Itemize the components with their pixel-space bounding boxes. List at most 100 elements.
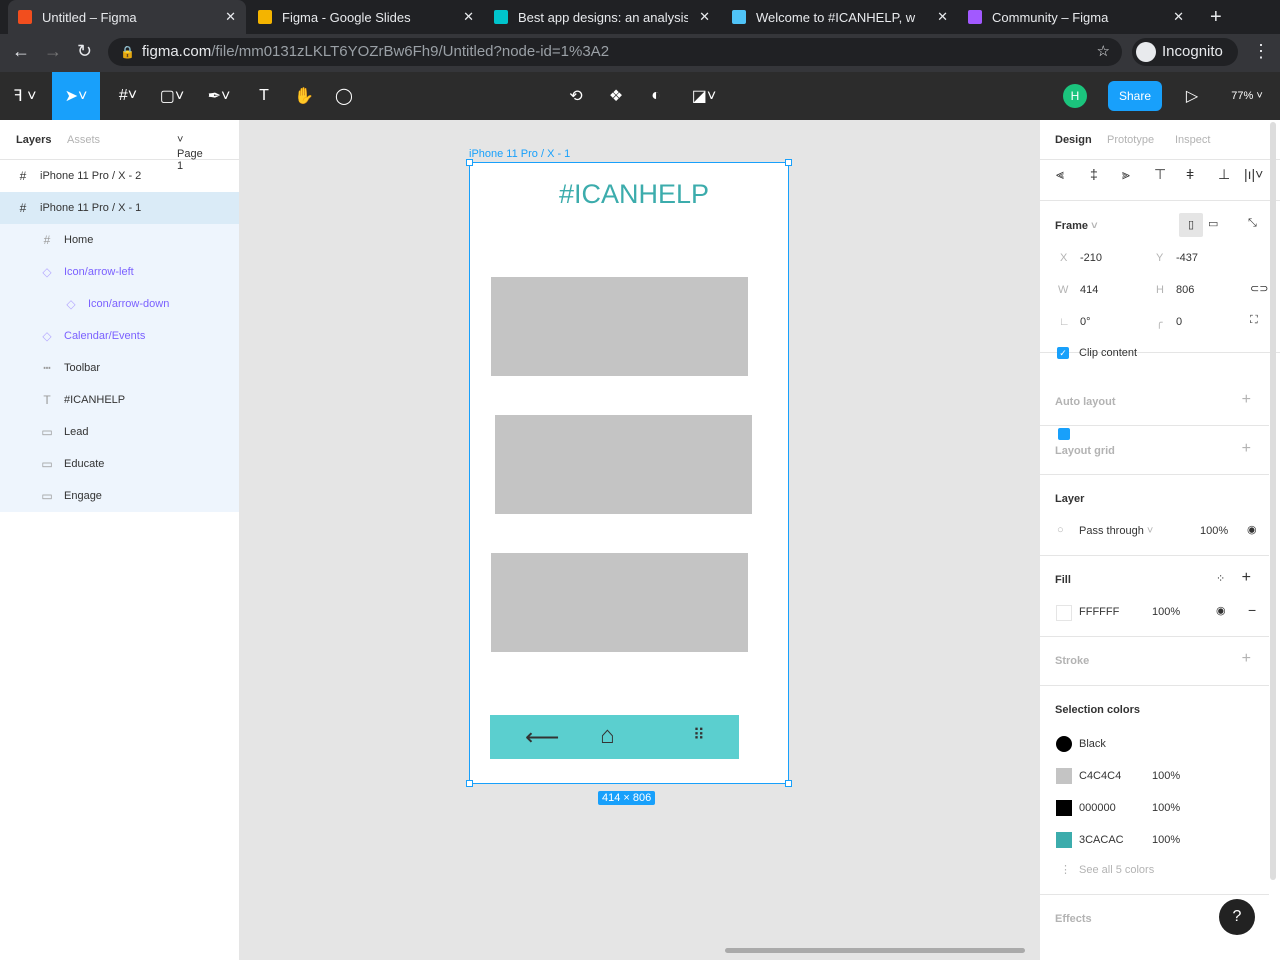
fill-hex-input[interactable]: FFFFFF <box>1079 606 1119 618</box>
new-tab-button[interactable]: + <box>1200 0 1232 34</box>
browser-tab[interactable]: Best app designs: an analysis ✕ <box>484 0 720 34</box>
close-tab-icon[interactable]: ✕ <box>463 9 474 25</box>
layer-item[interactable]: # iPhone 11 Pro / X - 1 <box>0 192 239 224</box>
w-input[interactable]: 414 <box>1080 284 1098 296</box>
align-right-icon[interactable]: ⫸ <box>1122 166 1130 183</box>
bottom-toolbar[interactable]: ⟵ ⌂ ⠿ <box>490 715 739 759</box>
frame-label[interactable]: iPhone 11 Pro / X - 1 <box>469 148 570 160</box>
reload-icon[interactable]: ↻ <box>77 41 92 62</box>
hand-tool-button[interactable]: ✋ <box>288 72 320 120</box>
browser-tab[interactable]: Untitled – Figma ✕ <box>8 0 246 34</box>
tab-prototype[interactable]: Prototype <box>1107 134 1154 146</box>
landscape-icon[interactable]: ▭ <box>1208 217 1218 230</box>
selection-color-row[interactable]: C4C4C4 100% <box>1040 767 1269 787</box>
right-panel-scrollbar[interactable] <box>1270 122 1276 880</box>
fill-eye-icon[interactable]: ◉ <box>1216 604 1226 617</box>
tab-layers[interactable]: Layers <box>16 134 51 146</box>
layer-item[interactable]: ▭ Educate <box>0 448 239 480</box>
clip-content-checkbox[interactable]: ✓ <box>1057 347 1069 359</box>
add-layout-grid-icon[interactable]: + <box>1242 440 1251 458</box>
resize-to-fit-icon[interactable]: ⤡ <box>1248 217 1257 230</box>
align-left-icon[interactable]: ⫷ <box>1056 166 1064 183</box>
layer-item[interactable]: ▭ Engage <box>0 480 239 512</box>
h-input[interactable]: 806 <box>1176 284 1194 296</box>
frame-dropdown[interactable]: Frame ˅ <box>1055 220 1098 232</box>
star-icon[interactable]: ☆ <box>1097 38 1110 66</box>
url-input[interactable]: 🔒 figma.com/file/mm0131zLKLT6YOZrBw6Fh9/U… <box>108 38 1122 66</box>
portrait-icon[interactable]: ▯ <box>1179 213 1203 237</box>
distribute-icon[interactable]: |ı|˅ <box>1244 166 1263 182</box>
browser-tab[interactable]: Community – Figma ✕ <box>958 0 1194 34</box>
selection-color-row[interactable]: 000000 100% <box>1040 799 1269 819</box>
y-input[interactable]: -437 <box>1176 252 1198 264</box>
eye-icon[interactable]: ◉ <box>1247 523 1257 536</box>
constrain-proportions-icon[interactable]: ⊂⊃ <box>1250 282 1268 295</box>
tab-assets[interactable]: Assets <box>67 134 100 146</box>
comment-tool-button[interactable]: ◯ <box>328 72 360 120</box>
layer-item[interactable]: # iPhone 11 Pro / X - 2 <box>0 160 239 192</box>
browser-tab[interactable]: Welcome to #ICANHELP, w ✕ <box>722 0 958 34</box>
color-swatch[interactable] <box>1056 736 1072 752</box>
create-component-icon[interactable]: ⟲ <box>560 72 592 120</box>
tab-design[interactable]: Design <box>1055 134 1092 146</box>
components-icon[interactable]: ❖ <box>600 72 632 120</box>
text-tool-button[interactable]: T <box>248 72 280 120</box>
tab-inspect[interactable]: Inspect <box>1175 134 1210 146</box>
main-menu-button[interactable]: ꟻ ˅ <box>6 72 44 120</box>
remove-fill-icon[interactable]: − <box>1248 602 1256 618</box>
color-swatch[interactable] <box>1056 800 1072 816</box>
align-middle-icon[interactable]: ǂ <box>1186 166 1194 182</box>
add-auto-layout-icon[interactable]: + <box>1242 391 1251 409</box>
present-icon[interactable]: ▷ <box>1178 72 1206 120</box>
align-bottom-icon[interactable]: ⊥ <box>1218 166 1230 183</box>
add-fill-icon[interactable]: + <box>1242 569 1251 587</box>
color-swatch[interactable] <box>1056 768 1072 784</box>
layer-item[interactable]: T #ICANHELP <box>0 384 239 416</box>
boolean-icon[interactable]: ◪˅ <box>684 72 724 120</box>
mask-icon[interactable]: ◐ <box>640 72 672 120</box>
move-tool-button[interactable]: ➤˅ <box>52 72 100 120</box>
resize-handle[interactable] <box>785 159 792 166</box>
rotation-input[interactable]: 0° <box>1080 316 1091 328</box>
browser-tab[interactable]: Figma - Google Slides ✕ <box>248 0 484 34</box>
layer-item[interactable]: # Home <box>0 224 239 256</box>
educate-rect[interactable] <box>495 415 752 514</box>
fill-opacity-input[interactable]: 100% <box>1152 606 1180 618</box>
align-center-icon[interactable]: ‡ <box>1090 166 1098 182</box>
resize-handle[interactable] <box>466 159 473 166</box>
close-tab-icon[interactable]: ✕ <box>699 9 710 25</box>
frame-tool-button[interactable]: #˅ <box>108 72 148 120</box>
close-tab-icon[interactable]: ✕ <box>225 9 236 25</box>
layer-item[interactable]: ◇ Calendar/Events <box>0 320 239 352</box>
forward-icon[interactable]: → <box>44 41 62 62</box>
x-input[interactable]: -210 <box>1080 252 1102 264</box>
layer-item[interactable]: ▭ Lead <box>0 416 239 448</box>
canvas[interactable]: iPhone 11 Pro / X - 1 #ICANHELP ⟵ ⌂ ⠿ 41… <box>240 120 1039 960</box>
shape-tool-button[interactable]: ▢˅ <box>152 72 192 120</box>
selection-color-row[interactable]: Black <box>1040 735 1269 755</box>
engage-rect[interactable] <box>491 553 748 652</box>
add-stroke-icon[interactable]: + <box>1242 650 1251 668</box>
incognito-badge[interactable]: Incognito <box>1132 38 1238 66</box>
horizontal-scrollbar[interactable] <box>725 948 1025 953</box>
pen-tool-button[interactable]: ✒˅ <box>196 72 242 120</box>
independent-corners-icon[interactable]: ⛶ <box>1250 314 1258 327</box>
back-icon[interactable]: ← <box>12 41 30 62</box>
lead-rect[interactable] <box>491 277 748 376</box>
zoom-dropdown[interactable]: 77% ˅ <box>1224 72 1270 120</box>
see-all-colors-link[interactable]: See all 5 colors <box>1079 864 1154 876</box>
style-icon[interactable]: ⁘ <box>1216 572 1225 585</box>
selection-color-row[interactable]: 3CACAC 100% <box>1040 831 1269 851</box>
color-swatch[interactable] <box>1056 832 1072 848</box>
close-tab-icon[interactable]: ✕ <box>937 9 948 25</box>
radius-input[interactable]: 0 <box>1176 316 1182 328</box>
grid-icon[interactable]: ⠿ <box>693 725 705 745</box>
close-tab-icon[interactable]: ✕ <box>1173 9 1184 25</box>
help-button[interactable]: ? <box>1219 899 1255 935</box>
home-icon[interactable]: ⌂ <box>600 722 615 750</box>
phone-frame[interactable]: #ICANHELP ⟵ ⌂ ⠿ <box>466 159 792 787</box>
layer-item[interactable]: ◇ Icon/arrow-down <box>0 288 239 320</box>
layer-item[interactable]: ┅ Toolbar <box>0 352 239 384</box>
blend-mode-dropdown[interactable]: Pass through ˅ <box>1079 525 1153 537</box>
resize-handle[interactable] <box>466 780 473 787</box>
